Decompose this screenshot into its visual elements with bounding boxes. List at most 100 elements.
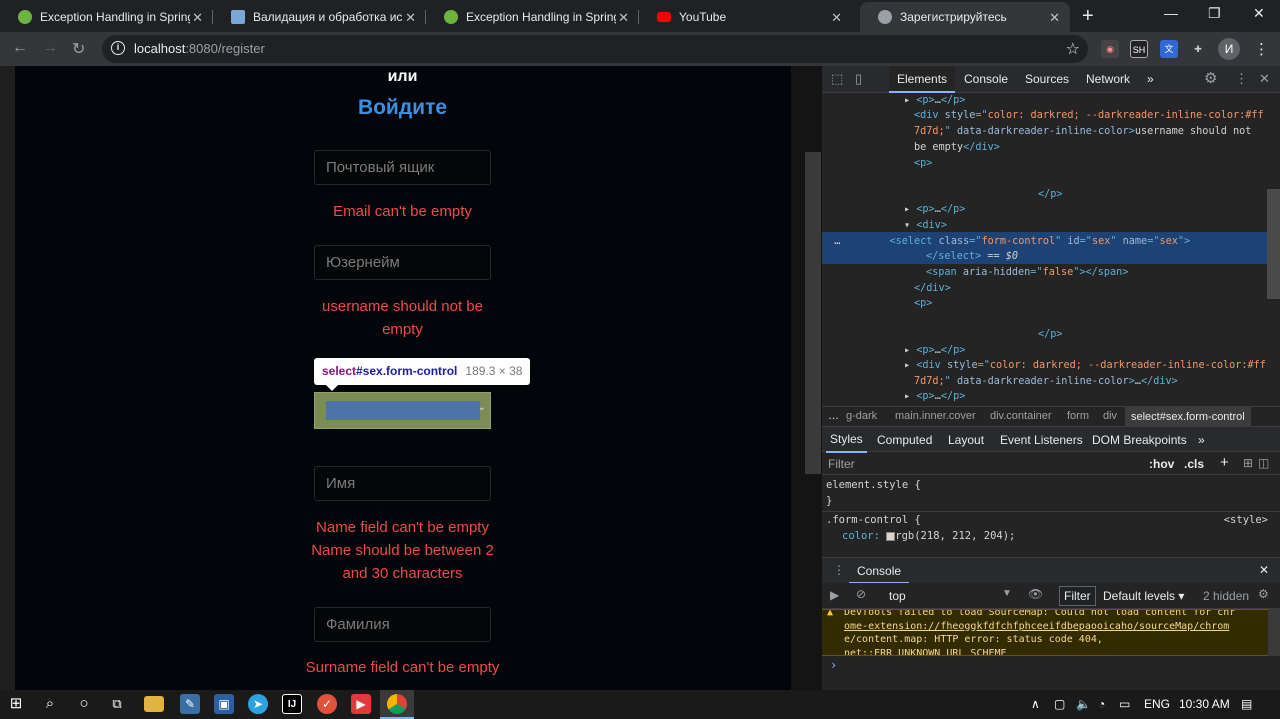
surname-input[interactable]: Фамилия [314, 607, 491, 642]
sex-select[interactable]: ⌄ [314, 392, 491, 429]
minimize-icon[interactable]: — [1164, 5, 1178, 21]
cls-toggle[interactable]: .cls [1184, 457, 1204, 471]
gear-icon[interactable]: ⚙ [1204, 69, 1217, 87]
app-icon[interactable]: ▣ [214, 694, 234, 714]
dom-node[interactable]: ▸ <p>…</p> [904, 389, 1280, 405]
back-icon[interactable]: ← [12, 39, 28, 57]
extension-icon[interactable]: SH [1130, 40, 1148, 58]
chrome-icon[interactable] [387, 694, 407, 714]
forward-icon[interactable]: → [42, 39, 58, 57]
more-tabs-icon[interactable]: » [1147, 72, 1154, 86]
browser-menu-icon[interactable]: ⋮ [1254, 40, 1269, 58]
battery-icon[interactable]: ▭ [1119, 697, 1130, 711]
tab-console[interactable]: Console [964, 72, 1008, 86]
drawer-menu-icon[interactable]: ⋮ [833, 563, 845, 577]
browser-tab[interactable]: YouTube ✕ [639, 2, 852, 32]
close-window-icon[interactable]: ✕ [1253, 5, 1265, 22]
browser-tab[interactable]: Exception Handling in Spring M ✕ [0, 2, 213, 32]
task-view-icon[interactable]: ⧉ [107, 694, 127, 714]
dark-reader-extension-icon[interactable]: ◉ [1101, 40, 1119, 58]
close-devtools-icon[interactable]: ✕ [1259, 71, 1270, 87]
close-drawer-icon[interactable]: ✕ [1259, 563, 1269, 577]
tab-styles[interactable]: Styles [826, 427, 867, 453]
clear-console-icon[interactable]: ⊘ [856, 587, 866, 601]
address-bar[interactable]: i localhost:8080/register ☆ [102, 35, 1088, 63]
style-source-link[interactable]: <style> [1224, 512, 1268, 528]
tab-dom-breakpoints[interactable]: DOM Breakpoints [1092, 433, 1187, 447]
console-filter-input[interactable]: Filter [1059, 586, 1096, 606]
language-indicator[interactable]: ENG [1144, 697, 1170, 711]
dom-node[interactable]: ▸ <div style="color: darkred; --darkread… [904, 358, 1280, 374]
close-tab-icon[interactable]: ✕ [618, 10, 629, 26]
dom-node[interactable]: <p> [914, 296, 1280, 312]
styles-filter-input[interactable]: Filter [828, 457, 855, 471]
app-icon[interactable]: ✓ [317, 694, 337, 714]
dom-node[interactable]: ▸ <p>…</p> [904, 343, 1280, 359]
dom-node[interactable]: <p> [914, 156, 1280, 172]
cortana-icon[interactable]: ○ [74, 694, 94, 714]
volume-icon[interactable]: 🔈 [1076, 697, 1091, 711]
tab-network[interactable]: Network [1086, 72, 1130, 86]
console-prompt[interactable]: › [830, 658, 837, 672]
more-tabs-icon[interactable]: » [1198, 433, 1205, 447]
new-tab-icon[interactable]: + [1082, 6, 1094, 26]
puzzle-extensions-icon[interactable]: ✚ [1189, 40, 1207, 58]
device-toolbar-icon[interactable]: ▯ [855, 71, 862, 87]
log-levels-dropdown[interactable]: Default levels ▾ [1103, 589, 1184, 603]
close-tab-icon[interactable]: ✕ [1049, 10, 1060, 26]
email-input[interactable]: Почтовый ящик [314, 150, 491, 185]
close-tab-icon[interactable]: ✕ [405, 10, 416, 26]
chevron-down-icon[interactable]: ▼ [1002, 588, 1012, 599]
search-icon[interactable]: ⌕ [40, 694, 60, 714]
add-rule-icon[interactable]: + [1220, 454, 1229, 471]
name-input[interactable]: Имя [314, 466, 491, 501]
close-tab-icon[interactable]: ✕ [831, 10, 842, 26]
inspect-element-icon[interactable]: ⬚ [831, 71, 843, 87]
close-tab-icon[interactable]: ✕ [192, 10, 203, 26]
tab-layout[interactable]: Layout [948, 433, 984, 447]
profile-avatar[interactable]: И [1218, 38, 1240, 60]
computed-sidebar-icon[interactable]: ⊞ [1243, 456, 1253, 470]
hov-toggle[interactable]: :hov [1149, 457, 1174, 471]
browser-tab-active[interactable]: Зарегистрируйтесь ✕ [860, 2, 1070, 32]
reload-icon[interactable]: ↻ [72, 39, 85, 59]
console-scrollbar[interactable] [1268, 609, 1280, 656]
app-icon[interactable]: ✎ [180, 694, 200, 714]
telegram-icon[interactable]: ➤ [248, 694, 268, 714]
tab-event-listeners[interactable]: Event Listeners [1000, 433, 1083, 447]
app-icon[interactable]: ▶ [351, 694, 371, 714]
notifications-icon[interactable]: ▤ [1241, 697, 1252, 711]
tray-expand-icon[interactable]: ∧ [1031, 697, 1040, 711]
dom-node[interactable]: <div style="color: darkred; --darkreader… [914, 108, 1280, 124]
translate-extension-icon[interactable]: 文 [1160, 40, 1178, 58]
dom-node[interactable]: ▸ <p>…</p> [904, 94, 1280, 109]
dom-node[interactable]: <span aria-hidden="false"></span> [926, 265, 1280, 281]
maximize-icon[interactable]: ❐ [1208, 5, 1221, 22]
browser-tab[interactable]: Exception Handling in Spring M ✕ [426, 2, 639, 32]
dom-tree-scrollbar[interactable] [1267, 189, 1280, 299]
file-explorer-icon[interactable] [144, 696, 164, 712]
tab-elements[interactable]: Elements [889, 66, 956, 93]
sourcemap-link[interactable]: ome-extension://fheoggkfdfchfphceeifdbep… [844, 620, 1268, 634]
console-sidebar-icon[interactable]: ▶ [830, 588, 839, 602]
login-link[interactable]: Войдите [300, 96, 505, 120]
intellij-icon[interactable]: IJ [282, 694, 302, 714]
dom-node[interactable]: ▸ <p>…</p> [904, 202, 1280, 218]
bookmark-star-icon[interactable]: ☆ [1066, 39, 1080, 59]
browser-tab[interactable]: Валидация и обработка исклю ✕ [213, 2, 426, 32]
username-input[interactable]: Юзернейм [314, 245, 491, 280]
tab-sources[interactable]: Sources [1025, 72, 1069, 86]
eye-icon[interactable]: 👁 [1028, 587, 1043, 601]
context-selector[interactable]: top [889, 589, 906, 603]
clock[interactable]: 10:30 AM [1179, 697, 1230, 711]
color-swatch[interactable] [886, 531, 896, 541]
gear-icon[interactable]: ⚙ [1258, 587, 1269, 601]
info-icon[interactable]: i [111, 41, 125, 55]
devtools-menu-icon[interactable]: ⋮ [1235, 71, 1248, 87]
sidebar-toggle-icon[interactable]: ◫ [1258, 456, 1269, 470]
wifi-icon[interactable]: ◔ [1098, 697, 1105, 711]
windows-start-icon[interactable]: ⊞ [6, 694, 26, 714]
page-scrollbar-thumb[interactable] [805, 152, 821, 474]
tab-computed[interactable]: Computed [877, 433, 932, 447]
meet-now-icon[interactable]: ▢ [1054, 697, 1065, 711]
